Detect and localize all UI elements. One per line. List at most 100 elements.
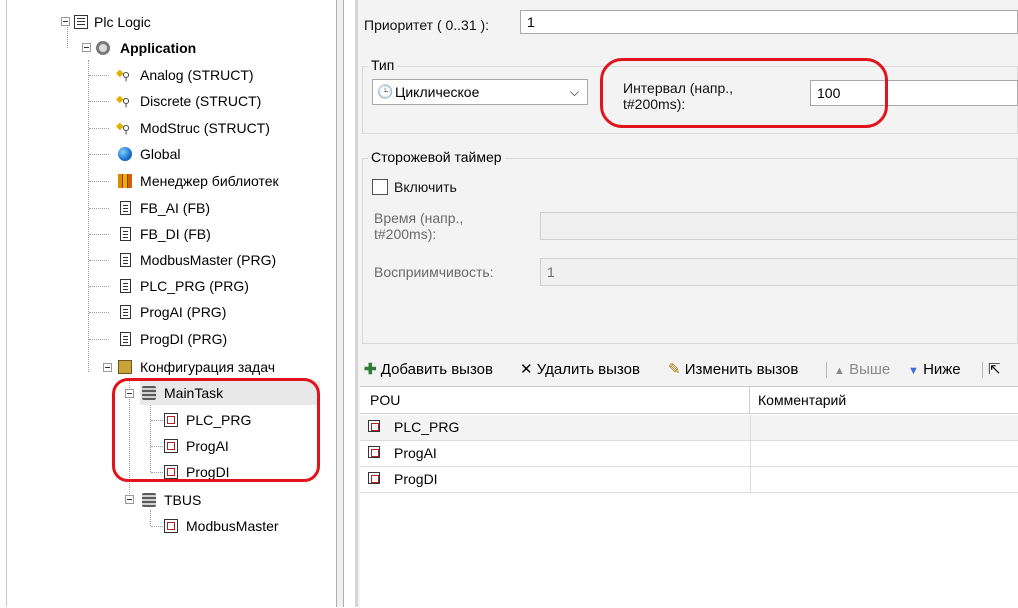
close-icon: ✕ (520, 361, 533, 378)
calls-table: POU Комментарий PLC_PRG ProgAI ProgDI (360, 386, 1018, 608)
tree-node-label: PLC_PRG (PRG) (140, 278, 249, 294)
pou-cell: ProgDI (394, 471, 438, 487)
struct-icon (116, 62, 132, 89)
tree-node-global[interactable]: Global (116, 142, 316, 166)
project-tree[interactable]: Plc Logic Application Analog (STRUCT) Di… (0, 0, 336, 607)
open-pou-button[interactable]: ⇱ (988, 356, 1018, 384)
tree-node-label: Менеджер библиотек (140, 173, 279, 189)
tree-node-label: FB_DI (FB) (140, 226, 211, 242)
document-icon (120, 201, 131, 215)
tree-line (89, 339, 109, 340)
document-icon (120, 253, 131, 267)
chevron-down-icon: ⌵ (569, 85, 579, 99)
pou-cell: ProgAI (394, 445, 437, 461)
tree-node-label: TBUS (164, 492, 202, 508)
task-config-icon (118, 360, 132, 374)
collapse-toggle[interactable] (61, 17, 70, 26)
panel-splitter[interactable] (336, 0, 344, 607)
comment-cell[interactable] (750, 467, 1018, 492)
collapse-toggle[interactable] (82, 43, 91, 52)
tree-node-label: Analog (STRUCT) (140, 67, 254, 83)
watchdog-enable-checkbox[interactable] (372, 179, 388, 195)
tree-node-task-config[interactable]: Конфигурация задач (116, 355, 326, 379)
tree-line (89, 75, 109, 76)
tree-node-label: ProgAI (PRG) (140, 304, 227, 320)
clock-icon: 🕒 (377, 84, 394, 99)
tree-line (89, 286, 109, 287)
tree-node-label: ModbusMaster (186, 518, 279, 534)
tree-node-fb-ai[interactable]: FB_AI (FB) (116, 196, 316, 220)
tree-node-tbus[interactable]: TBUS (140, 488, 260, 512)
tree-node-application[interactable]: Application (96, 36, 296, 60)
remove-call-label: Удалить вызов (536, 361, 640, 378)
comment-cell[interactable] (750, 441, 1018, 466)
toolbar-separator (826, 362, 827, 378)
table-row[interactable]: ProgAI (360, 441, 1018, 467)
move-down-label: Ниже (923, 361, 961, 378)
tree-node-label: ProgDI (PRG) (140, 331, 228, 347)
watchdog-time-label-line: Время (напр., (374, 210, 464, 226)
arrow-down-icon: ▼ (908, 365, 919, 377)
tree-line (89, 234, 109, 235)
priority-field[interactable]: 1 (520, 10, 1018, 34)
pou-cell: PLC_PRG (394, 419, 460, 435)
tree-node-plc-prg[interactable]: PLC_PRG (PRG) (116, 274, 316, 298)
column-header-comment[interactable]: Комментарий (750, 387, 1018, 414)
document-icon (120, 305, 131, 319)
gear-icon (96, 41, 110, 55)
tree-node-progdi[interactable]: ProgDI (PRG) (116, 327, 316, 351)
tree-node-discrete[interactable]: Discrete (STRUCT) (116, 88, 316, 115)
collapse-toggle[interactable] (103, 363, 112, 372)
tree-line (89, 208, 109, 209)
remove-call-button[interactable]: ✕ Удалить вызов (520, 356, 640, 384)
open-pou-icon: ⇱ (988, 361, 1001, 378)
table-row[interactable]: ProgDI (360, 467, 1018, 493)
table-row[interactable]: PLC_PRG (360, 415, 1018, 441)
document-icon (120, 279, 131, 293)
tree-node-analog[interactable]: Analog (STRUCT) (116, 62, 316, 89)
tree-line (89, 312, 109, 313)
tree-node-modbusmaster-prg[interactable]: ModbusMaster (PRG) (116, 248, 316, 272)
tree-line (89, 101, 109, 102)
comment-cell[interactable] (750, 415, 1018, 440)
tree-node-call-modbusmaster[interactable]: ModbusMaster (164, 514, 324, 538)
watchdog-time-label-line: t#200ms): (374, 226, 437, 242)
tree-line (89, 128, 109, 129)
document-icon (120, 332, 131, 346)
tree-node-fb-di[interactable]: FB_DI (FB) (116, 222, 316, 246)
tree-left-border (6, 0, 7, 607)
document-icon (120, 227, 131, 241)
tree-line (151, 526, 165, 527)
program-call-icon (368, 420, 380, 432)
program-call-icon (368, 446, 380, 458)
tree-line (89, 260, 109, 261)
tree-node-label: Application (120, 40, 197, 56)
arrow-up-icon: ▲ (834, 365, 845, 377)
move-down-button[interactable]: ▼ Ниже (908, 356, 961, 384)
collapse-toggle[interactable] (125, 495, 134, 504)
tree-line (89, 181, 109, 182)
watchdog-group-label: Сторожевой таймер (368, 149, 505, 165)
program-call-icon (368, 472, 380, 484)
sensitivity-field[interactable]: 1 (540, 258, 1018, 286)
type-group-label: Тип (368, 57, 398, 73)
tree-node-label: ModbusMaster (PRG) (140, 252, 277, 268)
column-header-pou[interactable]: POU (360, 387, 750, 414)
move-up-button[interactable]: ▲ Выше (834, 356, 890, 384)
tree-node-library-manager[interactable]: Менеджер библиотек (116, 169, 326, 193)
tree-node-progai[interactable]: ProgAI (PRG) (116, 300, 316, 324)
task-type-dropdown[interactable]: 🕒 Циклическое ⌵ (372, 79, 588, 105)
annotation-highlight-maintask (112, 378, 320, 482)
tree-node-label: Discrete (STRUCT) (140, 93, 262, 109)
task-config-editor: Приоритет ( 0..31 ): 1 Тип 🕒 Циклическое… (358, 0, 1018, 608)
edit-icon: ✎ (668, 361, 681, 378)
tree-node-modstruc[interactable]: ModStruc (STRUCT) (116, 115, 316, 142)
watchdog-enable-label: Включить (394, 179, 457, 195)
tree-node-plc-logic[interactable]: Plc Logic (74, 10, 274, 34)
watchdog-time-field[interactable] (540, 212, 1018, 240)
tree-node-label: Plc Logic (94, 14, 151, 30)
plc-logic-icon (74, 15, 88, 29)
edit-call-button[interactable]: ✎ Изменить вызов (668, 356, 798, 384)
add-call-button[interactable]: ✚ Добавить вызов (364, 356, 493, 384)
annotation-highlight-interval (600, 58, 888, 128)
